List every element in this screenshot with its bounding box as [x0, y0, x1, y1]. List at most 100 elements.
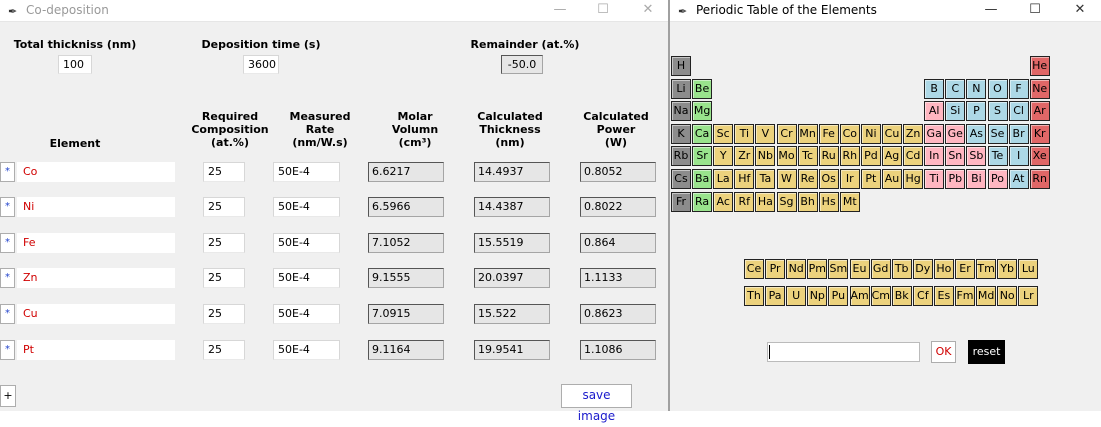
element-cell-ra[interactable]: Ra — [692, 191, 713, 212]
row-select-button[interactable]: * — [0, 197, 15, 217]
element-cell-ne[interactable]: Ne — [1029, 78, 1050, 99]
element-cell-lu[interactable]: Lu — [1018, 259, 1039, 279]
element-cell-bk[interactable]: Bk — [891, 286, 912, 306]
rate-input[interactable]: 50E-4 — [273, 268, 340, 288]
element-cell-pu[interactable]: Pu — [828, 286, 849, 306]
maximize-icon[interactable]: ☐ — [583, 1, 623, 21]
maximize-icon[interactable]: ☐ — [1015, 1, 1055, 21]
element-cell-nd[interactable]: Nd — [786, 259, 807, 279]
element-cell-po[interactable]: Po — [987, 169, 1008, 189]
element-cell-tc[interactable]: Tc — [797, 146, 818, 167]
element-cell-pd[interactable]: Pd — [860, 146, 881, 167]
element-cell-tb[interactable]: Tb — [891, 259, 912, 279]
element-cell-pb[interactable]: Pb — [945, 169, 966, 189]
element-cell-w[interactable]: W — [776, 169, 797, 189]
element-cell-dy[interactable]: Dy — [912, 259, 933, 279]
element-cell-mg[interactable]: Mg — [692, 101, 713, 122]
rate-input[interactable]: 50E-4 — [273, 340, 340, 360]
element-cell-v[interactable]: V — [755, 123, 776, 144]
element-cell-nb[interactable]: Nb — [755, 146, 776, 167]
element-cell-ce[interactable]: Ce — [744, 259, 764, 279]
element-cell-md[interactable]: Md — [976, 286, 997, 306]
element-cell-ca[interactable]: Ca — [692, 123, 713, 144]
row-select-button[interactable]: * — [0, 162, 15, 182]
element-cell-yb[interactable]: Yb — [997, 259, 1018, 279]
element-cell-zn[interactable]: Zn — [903, 123, 924, 144]
element-cell-in[interactable]: In — [924, 146, 945, 167]
element-cell-k[interactable]: K — [671, 123, 691, 144]
element-cell-er[interactable]: Er — [955, 259, 975, 279]
element-cell-ag[interactable]: Ag — [882, 146, 902, 167]
element-name[interactable]: Zn — [17, 268, 175, 288]
element-cell-cu[interactable]: Cu — [882, 123, 902, 144]
element-name[interactable]: Ni — [17, 197, 175, 217]
element-cell-te[interactable]: Te — [987, 146, 1008, 167]
element-name[interactable]: Co — [17, 162, 175, 182]
element-cell-pr[interactable]: Pr — [765, 259, 786, 279]
element-cell-tm[interactable]: Tm — [976, 259, 997, 279]
row-select-button[interactable]: * — [0, 340, 15, 360]
element-cell-sc[interactable]: Sc — [713, 123, 734, 144]
element-cell-es[interactable]: Es — [933, 286, 954, 306]
add-row-button[interactable]: + — [0, 385, 16, 407]
composition-input[interactable]: 25 — [203, 233, 245, 253]
element-cell-al[interactable]: Al — [924, 101, 945, 122]
element-cell-sm[interactable]: Sm — [828, 259, 849, 279]
element-cell-ba[interactable]: Ba — [692, 169, 713, 189]
element-cell-cf[interactable]: Cf — [912, 286, 933, 306]
element-cell-eu[interactable]: Eu — [849, 259, 870, 279]
element-cell-pm[interactable]: Pm — [807, 259, 828, 279]
element-cell-fr[interactable]: Fr — [671, 191, 691, 212]
element-cell-ga[interactable]: Ga — [924, 123, 945, 144]
element-cell-rn[interactable]: Rn — [1029, 169, 1050, 189]
close-icon[interactable]: ✕ — [1060, 1, 1100, 21]
element-cell-au[interactable]: Au — [882, 169, 902, 189]
element-cell-gd[interactable]: Gd — [870, 259, 891, 279]
reset-button[interactable]: reset — [968, 340, 1005, 364]
element-cell-ru[interactable]: Ru — [818, 146, 839, 167]
element-cell-la[interactable]: La — [713, 169, 734, 189]
rate-input[interactable]: 50E-4 — [273, 304, 340, 324]
element-cell-sb[interactable]: Sb — [966, 146, 987, 167]
rate-input[interactable]: 50E-4 — [273, 162, 340, 182]
element-cell-sn[interactable]: Sn — [945, 146, 966, 167]
row-select-button[interactable]: * — [0, 233, 15, 253]
element-search-input[interactable] — [767, 342, 920, 362]
element-cell-he[interactable]: He — [1029, 56, 1050, 76]
element-cell-ho[interactable]: Ho — [933, 259, 954, 279]
element-cell-sg[interactable]: Sg — [776, 191, 797, 212]
element-cell-ta[interactable]: Ta — [755, 169, 776, 189]
element-cell-as[interactable]: As — [966, 123, 987, 144]
deposition-time-input[interactable]: 3600 — [243, 55, 279, 74]
element-cell-fe[interactable]: Fe — [818, 123, 839, 144]
element-cell-hs[interactable]: Hs — [818, 191, 839, 212]
element-cell-mt[interactable]: Mt — [839, 191, 860, 212]
element-cell-ni[interactable]: Ni — [860, 123, 881, 144]
element-cell-hg[interactable]: Hg — [903, 169, 924, 189]
element-cell-ir[interactable]: Ir — [839, 169, 860, 189]
element-cell-cl[interactable]: Cl — [1008, 101, 1029, 122]
element-cell-kr[interactable]: Kr — [1029, 123, 1050, 144]
minimize-icon[interactable]: — — [971, 1, 1011, 21]
total-thickness-input[interactable]: 100 — [58, 55, 92, 74]
element-cell-os[interactable]: Os — [818, 169, 839, 189]
element-cell-si[interactable]: Si — [945, 101, 966, 122]
row-select-button[interactable]: * — [0, 304, 15, 324]
element-cell-ar[interactable]: Ar — [1029, 101, 1050, 122]
element-cell-fm[interactable]: Fm — [955, 286, 975, 306]
element-cell-b[interactable]: B — [924, 78, 945, 99]
element-cell-co[interactable]: Co — [839, 123, 860, 144]
element-cell-cm[interactable]: Cm — [870, 286, 891, 306]
element-cell-f[interactable]: F — [1008, 78, 1029, 99]
element-cell-y[interactable]: Y — [713, 146, 734, 167]
element-cell-na[interactable]: Na — [671, 101, 691, 122]
composition-input[interactable]: 25 — [203, 340, 245, 360]
element-cell-mn[interactable]: Mn — [797, 123, 818, 144]
element-cell-no[interactable]: No — [997, 286, 1018, 306]
rate-input[interactable]: 50E-4 — [273, 233, 340, 253]
element-name[interactable]: Pt — [17, 340, 175, 360]
row-select-button[interactable]: * — [0, 268, 15, 288]
element-cell-sr[interactable]: Sr — [692, 146, 713, 167]
element-cell-rb[interactable]: Rb — [671, 146, 691, 167]
element-cell-re[interactable]: Re — [797, 169, 818, 189]
